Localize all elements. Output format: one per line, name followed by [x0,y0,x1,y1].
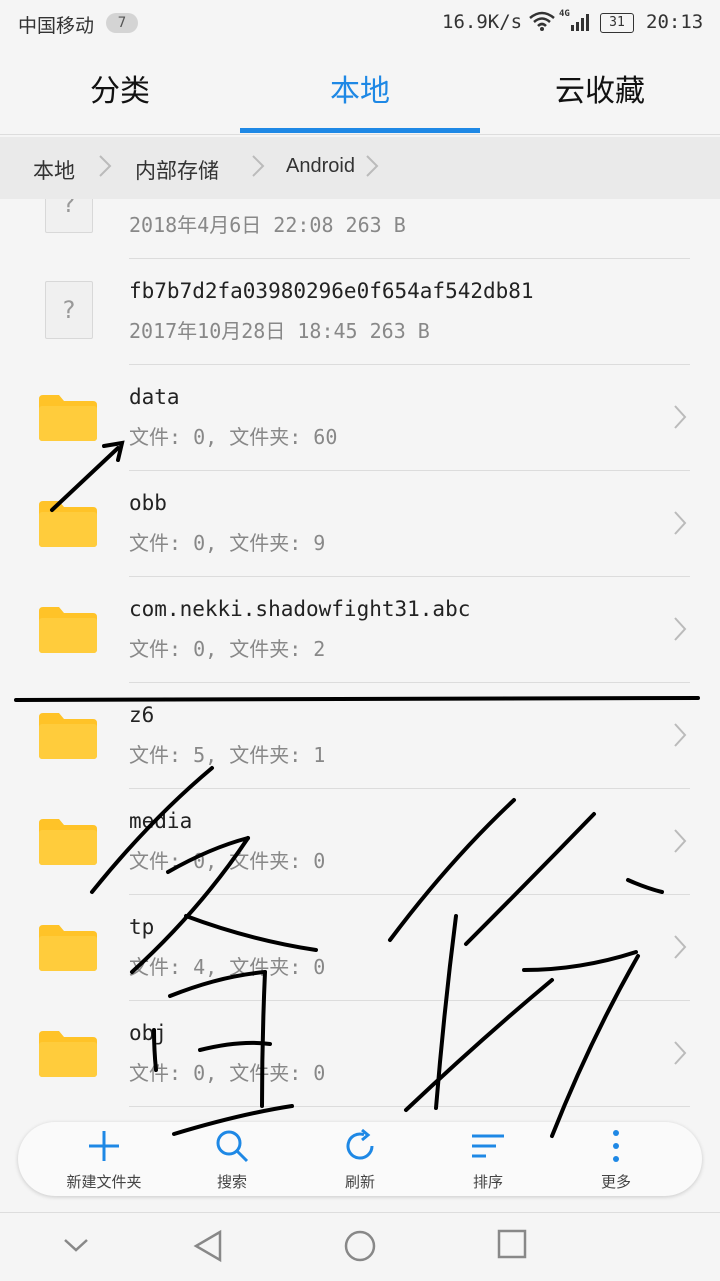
item-meta: 文件: 0, 文件夹: 0 [129,849,326,873]
item-name: data [129,385,180,409]
item-meta: 文件: 4, 文件夹: 0 [129,955,326,979]
list-item[interactable]: obj 文件: 0, 文件夹: 0 [0,1001,720,1107]
list-item[interactable]: media 文件: 0, 文件夹: 0 [0,789,720,895]
system-nav-bar [0,1212,720,1281]
chevron-right-icon [674,723,687,747]
folder-icon [39,1031,97,1077]
unknown-file-icon: ? [45,281,93,339]
network-speed: 16.9K/s [442,11,523,33]
battery-icon: 31 [600,13,634,33]
plus-icon [89,1131,119,1161]
item-name: obb [129,491,167,515]
sort-icon [472,1134,504,1158]
carrier-label: 中国移动 [18,15,95,37]
item-name: tp [129,915,155,939]
chevron-right-icon [674,935,687,959]
folder-icon [39,713,97,759]
collapse-chevron-icon[interactable] [62,1235,90,1255]
item-meta: 文件: 0, 文件夹: 0 [129,1061,326,1085]
clock: 20:13 [646,11,704,33]
item-name: com.nekki.shadowfight31.abc [129,597,471,621]
item-meta: 文件: 0, 文件夹: 60 [129,425,338,449]
tab-cloud-favorites[interactable]: 云收藏 [480,46,720,134]
more-button[interactable]: 更多 [552,1122,680,1196]
item-meta: 文件: 5, 文件夹: 1 [129,743,326,767]
list-item[interactable]: z6 文件: 5, 文件夹: 1 [0,683,720,789]
active-tab-indicator [240,128,480,133]
item-meta: 2018年4月6日 22:08 263 B [129,213,406,237]
item-meta: 文件: 0, 文件夹: 9 [129,531,326,555]
folder-icon [39,607,97,653]
tab-category[interactable]: 分类 [0,46,240,134]
refresh-icon [346,1128,374,1160]
more-label: 更多 [600,1173,631,1191]
breadcrumb-local[interactable]: 本地 [33,155,75,185]
unknown-file-icon: ? [45,199,93,233]
recents-square-icon[interactable] [497,1229,527,1259]
search-icon [216,1130,249,1163]
chevron-right-icon [674,1041,687,1065]
list-item[interactable]: ? fb7b7d2fa03980296e0f654af542db81 2017年… [0,259,720,365]
folder-icon [39,501,97,547]
item-meta: 文件: 0, 文件夹: 2 [129,637,326,661]
back-triangle-icon[interactable] [192,1229,224,1263]
file-list: ? 2018年4月6日 22:08 263 B ? fb7b7d2fa03980… [0,199,720,1114]
tab-local[interactable]: 本地 [240,46,480,134]
list-item[interactable]: obb 文件: 0, 文件夹: 9 [0,471,720,577]
chevron-right-icon [252,155,265,177]
signal-icon [571,14,589,31]
wifi-icon [529,11,555,31]
search-button[interactable]: 搜索 [168,1122,296,1196]
notification-badge: 7 [106,13,138,33]
bottom-toolbar: 新建文件夹 搜索 刷新 排序 更多 [18,1122,702,1196]
chevron-right-icon [674,405,687,429]
status-bar: 中国移动 7 16.9K/s 4G 31 20:13 [0,0,720,46]
refresh-label: 刷新 [344,1173,375,1191]
home-circle-icon[interactable] [343,1229,377,1263]
sort-label: 排序 [472,1173,503,1191]
folder-icon [39,925,97,971]
network-type: 4G [559,9,570,19]
item-name: obj [129,1021,167,1045]
list-item[interactable]: tp 文件: 4, 文件夹: 0 [0,895,720,1001]
item-meta: 2017年10月28日 18:45 263 B [129,319,430,343]
list-item[interactable]: ? 2018年4月6日 22:08 263 B [0,199,720,259]
item-name: z6 [129,703,155,727]
item-name: fb7b7d2fa03980296e0f654af542db81 [129,279,534,303]
tab-bar: 分类 本地 云收藏 [0,46,720,135]
chevron-right-icon [99,155,112,177]
refresh-button[interactable]: 刷新 [296,1122,424,1196]
sort-button[interactable]: 排序 [424,1122,552,1196]
chevron-right-icon [366,155,379,177]
breadcrumb: 本地 内部存储 Android [0,137,720,199]
list-item[interactable]: com.nekki.shadowfight31.abc 文件: 0, 文件夹: … [0,577,720,683]
chevron-right-icon [674,511,687,535]
item-name: media [129,809,193,833]
new-folder-label: 新建文件夹 [66,1173,142,1191]
chevron-right-icon [674,617,687,641]
search-label: 搜索 [216,1173,247,1191]
folder-icon [39,819,97,865]
chevron-right-icon [674,829,687,853]
folder-icon [39,395,97,441]
new-folder-button[interactable]: 新建文件夹 [40,1122,168,1196]
more-icon [613,1130,619,1162]
list-item[interactable]: data 文件: 0, 文件夹: 60 [0,365,720,471]
breadcrumb-internal-storage[interactable]: 内部存储 [135,155,219,185]
breadcrumb-android[interactable]: Android [286,155,355,178]
